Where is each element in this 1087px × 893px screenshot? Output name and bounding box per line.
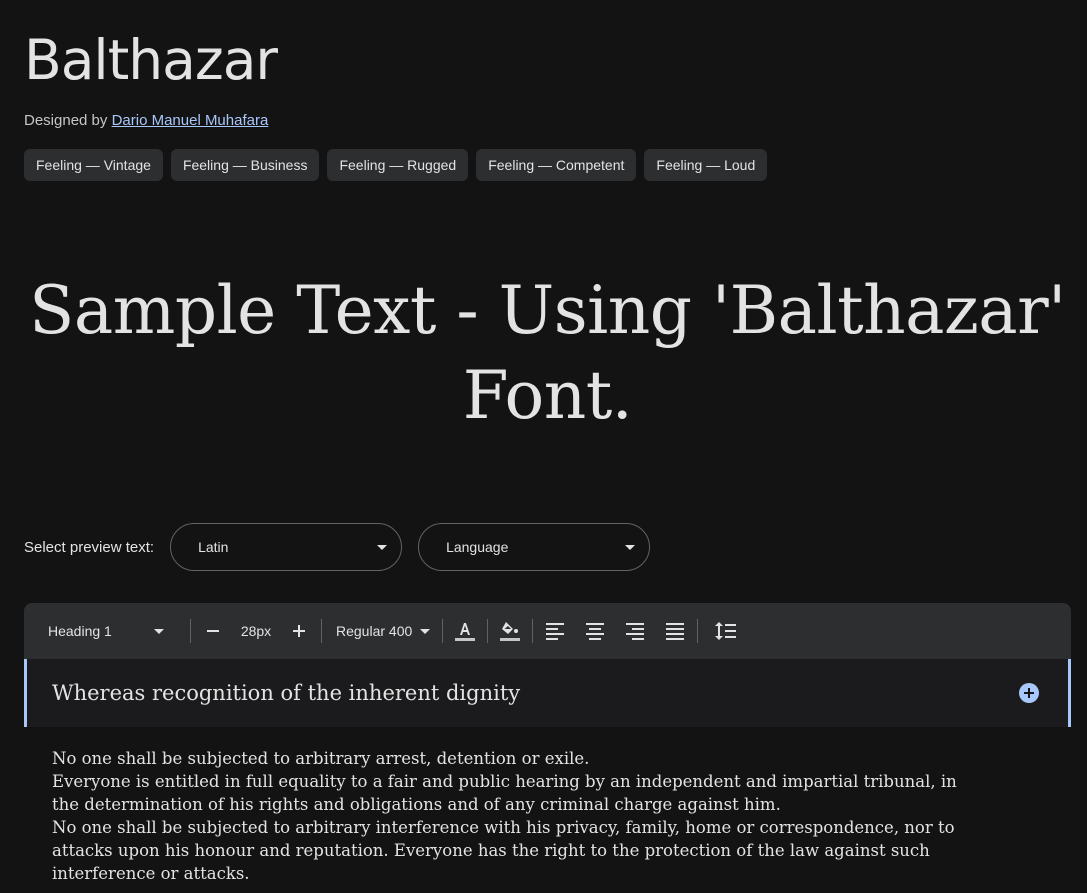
- font-weight-select[interactable]: Regular 400: [326, 623, 438, 639]
- decrease-size-button[interactable]: [195, 613, 231, 649]
- text-style-select[interactable]: Heading 1: [48, 623, 186, 639]
- editor-toolbar: Heading 1 28px Regular 400: [24, 603, 1071, 659]
- text-color-button[interactable]: [447, 613, 483, 649]
- designer-line: Designed by Dario Manuel Muhafara: [24, 111, 268, 131]
- align-right-button[interactable]: [617, 613, 653, 649]
- align-center-icon: [586, 623, 605, 640]
- toolbar-divider: [190, 619, 191, 643]
- tag-vintage[interactable]: Feeling — Vintage: [24, 149, 163, 181]
- toolbar-divider: [697, 619, 699, 643]
- preview-text-selector: Select preview text: Latin Language: [24, 523, 666, 571]
- chevron-down-icon: [154, 628, 164, 634]
- align-left-button[interactable]: [537, 613, 573, 649]
- line-spacing-icon: [715, 622, 737, 640]
- tag-loud[interactable]: Feeling — Loud: [644, 149, 768, 181]
- sample-text: Sample Text - Using 'Balthazar' Font.: [24, 268, 1071, 438]
- script-dropdown[interactable]: Latin: [170, 523, 403, 571]
- designed-by-label: Designed by: [24, 112, 108, 129]
- highlight-color-button[interactable]: [492, 613, 528, 649]
- body-text-preview[interactable]: No one shall be subjected to arbitrary a…: [52, 747, 972, 885]
- body-paragraph: No one shall be subjected to arbitrary a…: [52, 749, 590, 768]
- tag-rugged[interactable]: Feeling — Rugged: [327, 149, 469, 181]
- tag-competent[interactable]: Feeling — Competent: [476, 149, 637, 181]
- increase-size-button[interactable]: [281, 613, 317, 649]
- plus-icon: [293, 625, 305, 637]
- chevron-down-icon: [420, 628, 431, 634]
- toolbar-divider: [442, 619, 444, 643]
- preview-text-label: Select preview text:: [24, 538, 155, 556]
- font-title: Balthazar: [24, 28, 278, 92]
- chevron-down-icon: [377, 544, 388, 550]
- align-left-icon: [546, 623, 565, 640]
- highlight-color-icon: [500, 622, 521, 641]
- add-block-button[interactable]: [1019, 683, 1039, 703]
- text-style-value: Heading 1: [48, 623, 112, 639]
- text-color-icon: [455, 623, 476, 641]
- toolbar-divider: [321, 619, 322, 643]
- heading-editor-text[interactable]: Whereas recognition of the inherent dign…: [52, 680, 520, 706]
- plus-icon: [1024, 688, 1034, 698]
- language-dropdown[interactable]: Language: [418, 523, 651, 571]
- script-dropdown-value: Latin: [198, 539, 229, 555]
- line-spacing-button[interactable]: [708, 613, 744, 649]
- designer-link[interactable]: Dario Manuel Muhafara: [112, 112, 269, 129]
- align-right-icon: [626, 623, 645, 640]
- align-justify-icon: [666, 623, 685, 640]
- font-weight-value: Regular 400: [336, 623, 413, 639]
- toolbar-divider: [487, 619, 489, 643]
- toolbar-divider: [532, 619, 534, 643]
- tag-list: Feeling — Vintage Feeling — Business Fee…: [24, 149, 768, 181]
- align-center-button[interactable]: [577, 613, 613, 649]
- language-dropdown-value: Language: [446, 539, 509, 555]
- body-paragraph: No one shall be subjected to arbitrary i…: [52, 818, 955, 883]
- sample-text-line-1: Sample Text - Using 'Balthazar': [29, 272, 1066, 349]
- body-paragraph: Everyone is entitled in full equality to…: [52, 772, 957, 814]
- heading-editor-row[interactable]: Whereas recognition of the inherent dign…: [24, 659, 1071, 727]
- font-size-value[interactable]: 28px: [231, 623, 281, 639]
- tag-business[interactable]: Feeling — Business: [170, 149, 320, 181]
- minus-icon: [207, 630, 219, 632]
- sample-text-line-2: Font.: [462, 357, 633, 434]
- chevron-down-icon: [625, 544, 636, 550]
- align-justify-button[interactable]: [657, 613, 693, 649]
